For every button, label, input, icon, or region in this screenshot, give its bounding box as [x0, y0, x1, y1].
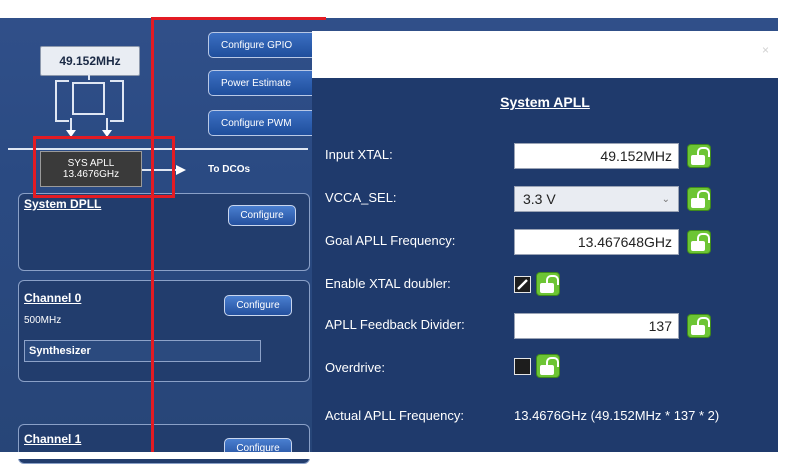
top-margin [0, 0, 793, 18]
overdrive-label: Overdrive: [325, 360, 385, 375]
close-icon[interactable]: × [762, 43, 769, 57]
xtal-doubler-label: Enable XTAL doubler: [325, 276, 451, 291]
unlock-icon[interactable] [687, 144, 711, 168]
goal-apll-frequency-field[interactable]: 13.467648GHz [514, 229, 679, 255]
annotation-callout-vertical [151, 17, 154, 459]
arrow-right-icon [176, 165, 186, 175]
xtal-wire [88, 74, 90, 80]
channel0-title[interactable]: Channel 0 [24, 291, 81, 305]
channel0-mode-field[interactable]: Synthesizer [24, 340, 261, 362]
dialog-heading: System APLL [500, 94, 590, 110]
dialog-titlebar [312, 31, 778, 78]
apll-feedback-divider-label: APLL Feedback Divider: [325, 317, 465, 332]
arrow-wire-left [70, 118, 72, 130]
vcca-sel-select[interactable]: 3.3 V ⌄ [514, 186, 679, 212]
chevron-down-icon: ⌄ [661, 193, 670, 205]
system-dpll-title: System DPLL [24, 197, 102, 211]
xtal-doubler-checkbox[interactable] [514, 276, 531, 293]
xtal-bracket-right [110, 80, 124, 122]
arrow-wire-right [106, 118, 108, 130]
unlock-icon[interactable] [687, 314, 711, 338]
system-dpll-configure-button[interactable]: Configure [228, 205, 296, 226]
to-dcos-label: To DCOs [208, 164, 251, 175]
checkmark-icon [517, 279, 528, 290]
unlock-icon[interactable] [687, 187, 711, 211]
channel0-frequency: 500MHz [24, 315, 62, 326]
channel1-title[interactable]: Channel 1 [24, 432, 81, 446]
bottom-margin [0, 452, 793, 459]
apll-feedback-divider-field[interactable]: 137 [514, 313, 679, 339]
input-xtal-field[interactable]: 49.152MHz [514, 143, 679, 169]
actual-apll-frequency-label: Actual APLL Frequency: [325, 408, 464, 423]
configure-gpio-button[interactable]: Configure GPIO [208, 32, 318, 58]
power-estimate-button[interactable]: Power Estimate [208, 70, 318, 96]
unlock-icon[interactable] [687, 230, 711, 254]
configure-pwm-button[interactable]: Configure PWM [208, 110, 318, 136]
annotation-callout-top [151, 17, 326, 20]
system-apll-dialog: × System APLL Input XTAL: 49.152MHz VCCA… [312, 31, 778, 452]
vcca-sel-label: VCCA_SEL: [325, 190, 397, 205]
channel0-configure-button[interactable]: Configure [224, 295, 292, 316]
overdrive-checkbox[interactable] [514, 358, 531, 375]
xtal-frequency-box: 49.152MHz [40, 46, 140, 76]
right-margin [778, 0, 793, 459]
xtal-bracket-left [55, 80, 69, 122]
goal-apll-frequency-label: Goal APLL Frequency: [325, 233, 456, 248]
vcca-sel-value: 3.3 V [523, 191, 556, 207]
crystal-chip-icon [72, 82, 105, 115]
unlock-icon[interactable] [536, 272, 560, 296]
unlock-icon[interactable] [536, 354, 560, 378]
actual-apll-frequency-value: 13.4676GHz (49.152MHz * 137 * 2) [514, 408, 720, 423]
input-xtal-label: Input XTAL: [325, 147, 393, 162]
